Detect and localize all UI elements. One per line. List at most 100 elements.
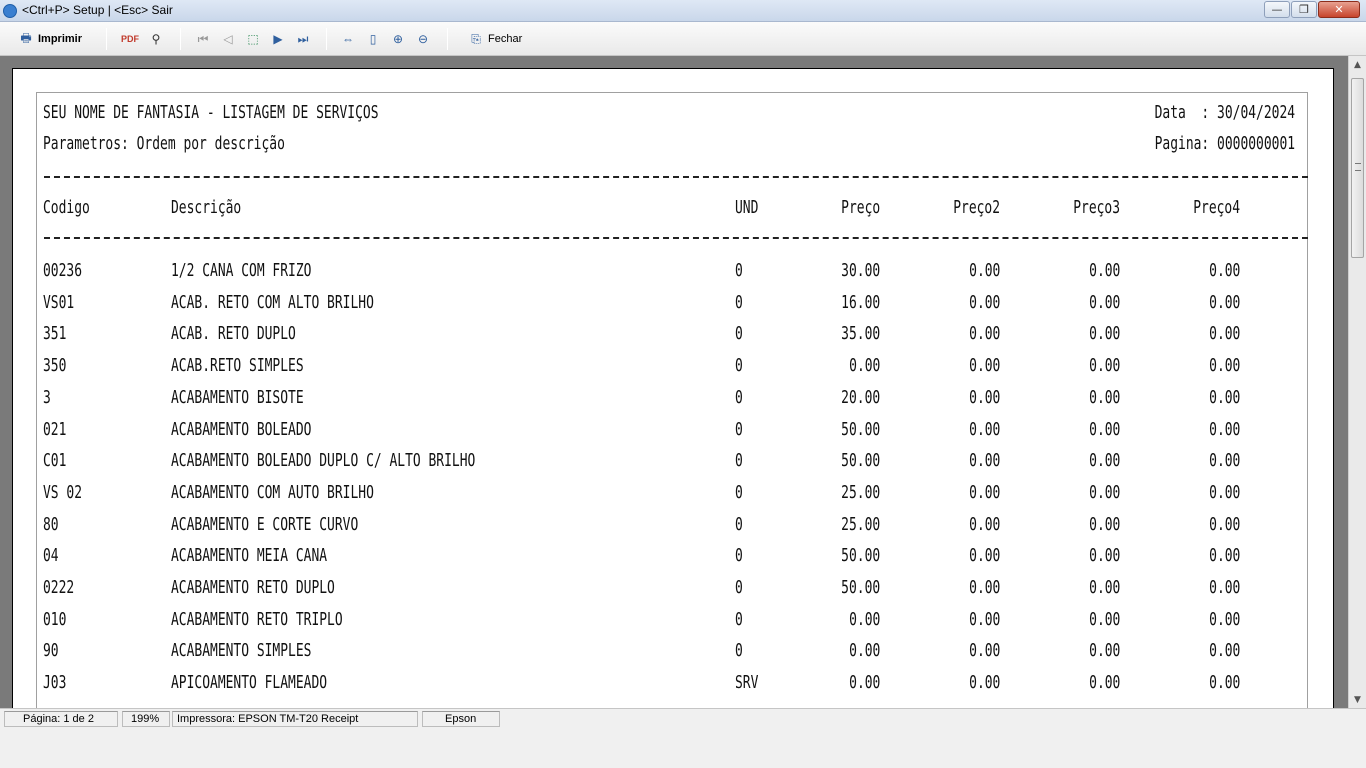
table-cell: ACABAMENTO RETO DUPLO	[171, 577, 335, 598]
whole-page-button[interactable]: ▯	[365, 28, 381, 50]
close-window-button[interactable]: ✕	[1318, 1, 1360, 18]
toolbar-separator	[447, 28, 448, 50]
table-cell: 0	[735, 545, 743, 567]
table-cell: 0.00	[968, 513, 1000, 535]
table-cell: 0	[735, 481, 743, 503]
toolbar: 🖶 Imprimir PDF ⚲ ⏮ ◁ ⬚ ▶ ⏭ ⇔ ▯ ⊕ ⊖ ⎘ Fec…	[0, 22, 1366, 56]
report-title: SEU NOME DE FANTASIA - LISTAGEM DE SERVI…	[43, 102, 379, 123]
table-cell: 0.00	[968, 640, 1000, 662]
column-header: Preço	[840, 197, 880, 218]
first-page-button[interactable]: ⏮	[195, 28, 211, 50]
table-cell: 0.00	[1088, 450, 1120, 472]
table-cell: 0.00	[1208, 513, 1240, 535]
table-cell: 0.00	[1208, 323, 1240, 345]
dashed-separator	[44, 237, 1308, 239]
maximize-button[interactable]: ❐	[1291, 1, 1317, 18]
table-cell: 0	[735, 450, 743, 472]
last-page-button[interactable]: ⏭	[295, 28, 311, 50]
table-cell: 25.00	[840, 481, 880, 503]
page-width-button[interactable]: ⇔	[340, 28, 356, 50]
table-cell: 0.00	[968, 386, 1000, 408]
find-button[interactable]: ⚲	[148, 28, 164, 50]
column-header: Preço2	[953, 197, 1000, 218]
table-cell: 16.00	[840, 291, 880, 313]
window-controls: — ❐ ✕	[1263, 1, 1360, 19]
table-cell: 0.00	[1208, 386, 1240, 408]
table-cell: 0.00	[1088, 577, 1120, 598]
binoculars-icon: ⚲	[151, 32, 161, 46]
zoom-in-button[interactable]: ⊕	[390, 28, 406, 50]
printer-icon: 🖶	[20, 30, 32, 45]
table-cell: 0.00	[968, 577, 1000, 598]
grip-icon	[1355, 163, 1361, 171]
page-width-icon: ⇔	[342, 32, 354, 46]
table-cell: 0.00	[1088, 418, 1120, 440]
toolbar-separator	[326, 28, 327, 50]
minimize-button[interactable]: —	[1264, 1, 1290, 18]
table-cell: ACAB. RETO COM ALTO BRILHO	[171, 291, 374, 313]
table-cell: 0.00	[848, 640, 880, 662]
next-page-icon: ▶	[273, 32, 283, 46]
close-preview-button[interactable]: ⎘ Fechar	[468, 28, 522, 50]
table-cell: 0.00	[1088, 640, 1120, 662]
title-bar: <Ctrl+P> Setup | <Esc> Sair — ❐ ✕	[0, 0, 1366, 22]
table-cell: 0.00	[1088, 545, 1120, 567]
table-cell: 0.00	[968, 323, 1000, 345]
previous-page-button[interactable]: ◁	[220, 28, 236, 50]
table-cell: 0	[735, 260, 743, 281]
table-cell: 0.00	[848, 672, 880, 694]
vertical-scrollbar[interactable]: ▲ ▼	[1348, 56, 1366, 708]
table-cell: 0.00	[1088, 513, 1120, 535]
table-cell: 351	[43, 323, 67, 345]
go-to-page-icon: ⬚	[247, 32, 259, 46]
table-cell: 0	[735, 291, 743, 313]
scroll-thumb[interactable]	[1351, 78, 1364, 258]
table-cell: 0	[735, 418, 743, 440]
table-cell: 80	[43, 513, 59, 535]
table-cell: 0	[735, 577, 743, 598]
export-pdf-button[interactable]: PDF	[121, 28, 139, 50]
table-cell: ACABAMENTO MEIA CANA	[171, 545, 328, 567]
table-cell: 0.00	[1088, 481, 1120, 503]
table-cell: 0.00	[848, 355, 880, 377]
column-header: Preço4	[1193, 197, 1240, 218]
table-cell: 00236	[43, 260, 83, 281]
table-cell: 04	[43, 545, 59, 567]
table-cell: ACAB.RETO SIMPLES	[171, 355, 304, 377]
exit-door-icon: ⎘	[471, 31, 481, 46]
table-cell: 0.00	[848, 608, 880, 630]
table-cell: 0.00	[1208, 355, 1240, 377]
table-cell: ACABAMENTO BOLEADO DUPLO C/ ALTO BRILHO	[171, 450, 476, 472]
table-cell: 350	[43, 355, 67, 377]
print-button[interactable]: 🖶 Imprimir	[18, 28, 82, 50]
table-cell: 0.00	[1208, 640, 1240, 662]
zoom-out-button[interactable]: ⊖	[415, 28, 431, 50]
table-cell: 50.00	[840, 450, 880, 472]
table-cell: 0.00	[1208, 260, 1240, 281]
scroll-down-arrow-icon[interactable]: ▼	[1349, 691, 1366, 708]
next-page-button[interactable]: ▶	[270, 28, 286, 50]
report-page: SEU NOME DE FANTASIA - LISTAGEM DE SERVI…	[12, 68, 1334, 708]
scroll-up-arrow-icon[interactable]: ▲	[1349, 56, 1366, 73]
table-cell: 0.00	[968, 418, 1000, 440]
go-to-page-button[interactable]: ⬚	[245, 28, 261, 50]
status-page: Página: 1 de 2	[4, 711, 118, 727]
table-cell: 90	[43, 640, 59, 662]
table-cell: 0	[735, 640, 743, 662]
table-cell: 0.00	[1208, 608, 1240, 630]
table-cell: 0	[735, 608, 743, 630]
table-cell: ACABAMENTO RETO TRIPLO	[171, 608, 343, 630]
print-button-label: Imprimir	[38, 33, 83, 45]
report-date: Data : 30/04/2024	[1154, 102, 1295, 123]
window-title: <Ctrl+P> Setup | <Esc> Sair	[22, 3, 173, 17]
table-cell: 50.00	[840, 545, 880, 567]
table-cell: ACABAMENTO SIMPLES	[171, 640, 312, 662]
table-cell: 0.00	[1208, 577, 1240, 598]
column-header: UND	[735, 197, 759, 218]
column-header: Codigo	[43, 197, 90, 218]
table-cell: 021	[43, 418, 67, 440]
status-zoom: 199%	[122, 711, 170, 727]
toolbar-separator	[106, 28, 107, 50]
report-viewport[interactable]: SEU NOME DE FANTASIA - LISTAGEM DE SERVI…	[0, 56, 1348, 708]
report-page-number: Pagina: 0000000001	[1154, 133, 1295, 154]
